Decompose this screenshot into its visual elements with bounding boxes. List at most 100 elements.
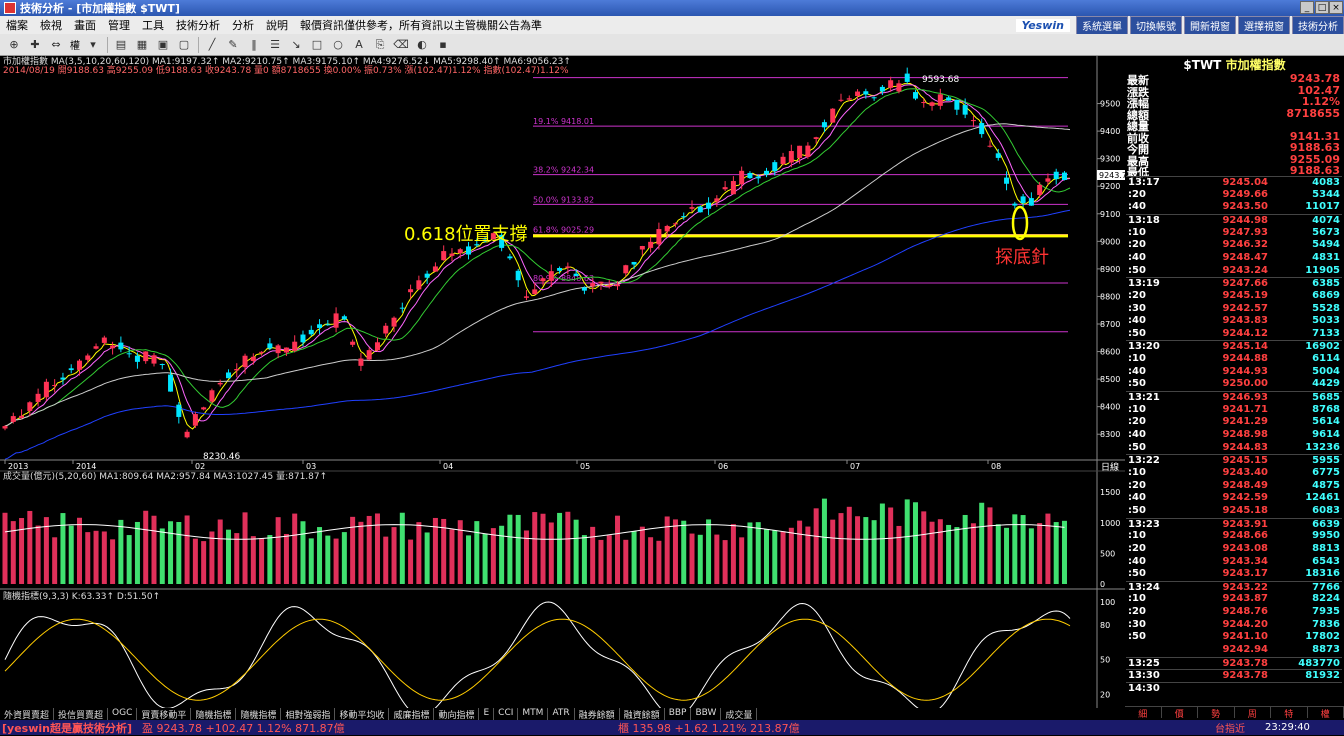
indicator-tab[interactable]: OGC bbox=[108, 708, 137, 720]
volume-bar bbox=[847, 507, 852, 584]
top-button[interactable]: 切換帳號 bbox=[1130, 16, 1182, 35]
indicator-tab[interactable]: 相對強弱指 bbox=[281, 708, 335, 720]
menu-item[interactable]: 畫面 bbox=[68, 17, 102, 33]
volume-bar bbox=[77, 518, 82, 584]
top-button[interactable]: 系統選單 bbox=[1076, 16, 1128, 35]
indicator-tab[interactable]: 成交量 bbox=[721, 708, 757, 720]
save-icon[interactable]: ▪ bbox=[433, 37, 453, 53]
time-tick-label: 02 bbox=[195, 462, 205, 471]
volume-tick-label: 500 bbox=[1100, 549, 1115, 558]
top-button[interactable]: 技術分析 bbox=[1292, 16, 1344, 35]
indicator-tab[interactable]: 隨機指標 bbox=[191, 708, 236, 720]
candle-body bbox=[772, 162, 777, 171]
menu-item[interactable]: 說明 bbox=[260, 17, 294, 33]
candle-body bbox=[896, 83, 901, 91]
pen-icon[interactable]: ✎ bbox=[223, 37, 243, 53]
indicator-tab[interactable]: MTM bbox=[518, 708, 548, 720]
indicator-tab[interactable]: 威廉指標 bbox=[389, 708, 434, 720]
arrow-icon[interactable]: ↘ bbox=[286, 37, 306, 53]
tick-volume: 7935 bbox=[1312, 606, 1340, 617]
minimize-button[interactable]: _ bbox=[1300, 1, 1314, 14]
indicator-tab[interactable]: ATR bbox=[548, 708, 574, 720]
draw-line-icon[interactable]: ╱ bbox=[202, 37, 222, 53]
indicator-tab[interactable]: 融資餘額 bbox=[620, 708, 665, 720]
top-button[interactable]: 開新視窗 bbox=[1184, 16, 1236, 35]
tick-volume: 6639 bbox=[1312, 519, 1340, 530]
grid-icon[interactable]: ☰ bbox=[265, 37, 285, 53]
tick-time: 13:22 bbox=[1128, 455, 1160, 466]
copy-icon[interactable]: ⎘ bbox=[370, 37, 390, 53]
indicator-tab[interactable]: 外資買賣超 bbox=[0, 708, 54, 720]
volume-bar bbox=[334, 539, 339, 584]
menu-item[interactable]: 檔案 bbox=[0, 17, 34, 33]
window-icon[interactable]: ▢ bbox=[174, 37, 194, 53]
tick-time: :50 bbox=[1128, 568, 1146, 579]
layout-icon[interactable]: ▣ bbox=[153, 37, 173, 53]
quote-tabs: 細價勢周特權 bbox=[1125, 706, 1344, 718]
quote-tab[interactable]: 價 bbox=[1162, 707, 1199, 718]
menu-item[interactable]: 工具 bbox=[136, 17, 170, 33]
status-quote-otc[interactable]: 櫃 135.98 +1.62 1.21% 213.87億 bbox=[618, 720, 800, 736]
indicator-tab[interactable]: CCI bbox=[494, 708, 518, 720]
indicator-tab[interactable]: 移動平均收 bbox=[335, 708, 389, 720]
candle-body bbox=[168, 375, 173, 392]
candle-body bbox=[615, 285, 620, 286]
maximize-button[interactable]: □ bbox=[1315, 1, 1329, 14]
period-selector[interactable]: 權 bbox=[70, 37, 80, 52]
zoom-in-icon[interactable]: ⊕ bbox=[4, 37, 24, 53]
quote-tab[interactable]: 特 bbox=[1271, 707, 1308, 718]
close-button[interactable]: × bbox=[1329, 1, 1343, 14]
chart-type-icon[interactable]: ▤ bbox=[111, 37, 131, 53]
chart-area[interactable]: 19.1% 9418.0138.2% 9242.3450.0% 9133.826… bbox=[0, 56, 1125, 708]
tick-volume: 11905 bbox=[1305, 265, 1340, 276]
palette-icon[interactable]: ◐ bbox=[412, 37, 432, 53]
menu-item[interactable]: 報價資訊僅供參考，所有資訊以主管機關公告為準 bbox=[294, 17, 548, 33]
chevron-down-icon[interactable]: ▾ bbox=[83, 37, 103, 53]
volume-bar bbox=[309, 538, 314, 584]
tick-volume: 6869 bbox=[1312, 290, 1340, 301]
indicator-tab[interactable]: BBW bbox=[691, 708, 721, 720]
volume-bar bbox=[135, 522, 140, 584]
bars-icon[interactable]: ‖ bbox=[244, 37, 264, 53]
indicator-tab[interactable]: BBP bbox=[665, 708, 692, 720]
candle-body bbox=[392, 318, 397, 327]
quote-tab[interactable]: 周 bbox=[1235, 707, 1272, 718]
indicator-tab[interactable]: 融券餘額 bbox=[575, 708, 620, 720]
tick-time: :20 bbox=[1128, 290, 1146, 301]
quote-tab[interactable]: 權 bbox=[1308, 707, 1344, 718]
candle-body bbox=[267, 343, 272, 348]
rectangle-icon[interactable]: □ bbox=[307, 37, 327, 53]
volume-tick-label: 1000 bbox=[1100, 519, 1120, 528]
candle-body bbox=[756, 177, 761, 179]
indicator-tab[interactable]: 買賣移動平 bbox=[137, 708, 191, 720]
eraser-icon[interactable]: ⌫ bbox=[391, 37, 411, 53]
menu-item[interactable]: 管理 bbox=[102, 17, 136, 33]
candle-body bbox=[251, 357, 256, 361]
volume-bar bbox=[781, 531, 786, 584]
menu-item[interactable]: 技術分析 bbox=[170, 17, 226, 33]
indicator-tab[interactable]: E bbox=[479, 708, 494, 720]
status-quote-twse[interactable]: 盈 9243.78 +102.47 1.12% 871.87億 bbox=[142, 720, 345, 736]
volume-bar bbox=[342, 532, 347, 584]
tick-row: 13:259243.78483770 bbox=[1126, 657, 1342, 669]
menu-item[interactable]: 檢視 bbox=[34, 17, 68, 33]
volume-bar bbox=[491, 528, 496, 584]
text-icon[interactable]: A bbox=[349, 37, 369, 53]
indicator-tab[interactable]: 隨機指標 bbox=[236, 708, 281, 720]
tick-price: 9243.34 bbox=[1196, 556, 1268, 567]
compare-icon[interactable]: ▦ bbox=[132, 37, 152, 53]
quote-tab[interactable]: 細 bbox=[1125, 707, 1162, 718]
indicator-tab[interactable]: 動向指標 bbox=[434, 708, 479, 720]
candle-body bbox=[632, 262, 637, 265]
menu-item[interactable]: 分析 bbox=[226, 17, 260, 33]
price-tick-label: 8300 bbox=[1100, 430, 1120, 439]
top-button[interactable]: 選擇視窗 bbox=[1238, 16, 1290, 35]
tick-price: 9244.93 bbox=[1196, 366, 1268, 377]
circle-icon[interactable]: ○ bbox=[328, 37, 348, 53]
volume-bar bbox=[996, 524, 1001, 584]
tick-row: :409248.989614 bbox=[1126, 429, 1342, 441]
crosshair-icon[interactable]: ✚ bbox=[25, 37, 45, 53]
move-icon[interactable]: ⇔ bbox=[46, 37, 66, 53]
indicator-tab[interactable]: 投信買賣超 bbox=[54, 708, 108, 720]
quote-tab[interactable]: 勢 bbox=[1198, 707, 1235, 718]
